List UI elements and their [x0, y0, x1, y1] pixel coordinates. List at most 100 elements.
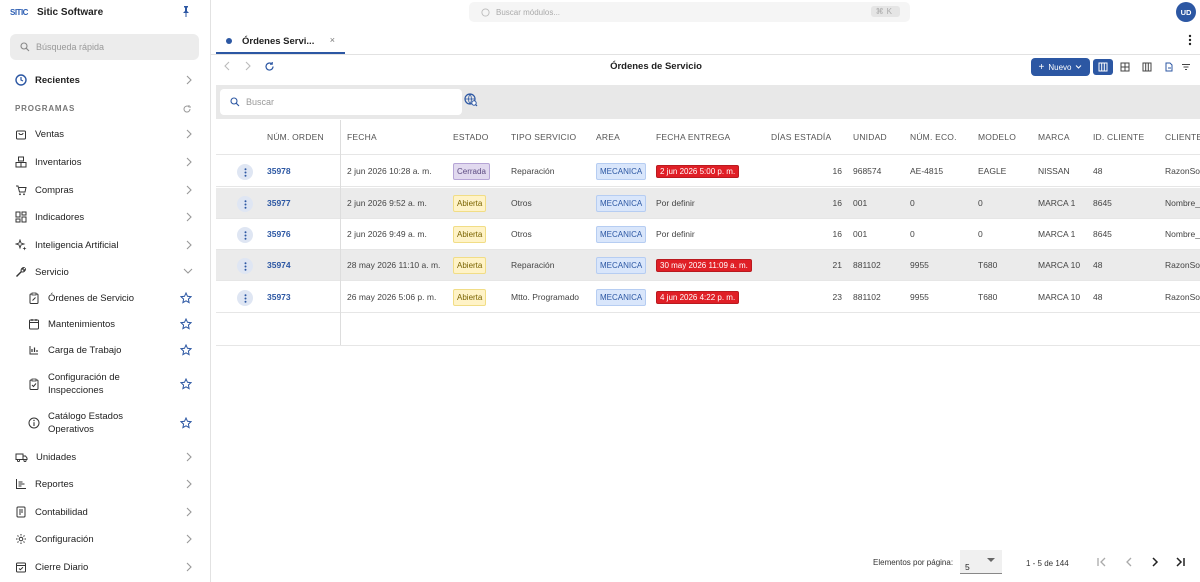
- page-size-select[interactable]: 5: [960, 550, 1002, 574]
- sidebar-subitem-configuracion-inspecciones[interactable]: Configuración de Inspecciones: [28, 370, 196, 397]
- module-search-input[interactable]: Buscar módulos... ⌘K: [469, 2, 910, 22]
- cell-tipo: Reparación: [511, 260, 555, 270]
- star-icon[interactable]: [180, 344, 192, 356]
- order-number[interactable]: 35978: [267, 166, 291, 176]
- due-date-badge: 2 jun 2026 5:00 p. m.: [656, 165, 740, 178]
- table-row[interactable]: 35973 26 may 2026 5:06 p. m. Abierta Mtt…: [216, 282, 1200, 313]
- sidebar-item-inventarios[interactable]: Inventarios: [15, 152, 197, 172]
- header-cell[interactable]: AREA: [596, 132, 620, 142]
- area-badge: MECANICA: [596, 163, 647, 180]
- row-actions-button[interactable]: [237, 258, 253, 274]
- close-icon[interactable]: ×: [330, 35, 335, 45]
- status-badge: Cerrada: [453, 163, 490, 180]
- cell-marca: MARCA 10: [1038, 260, 1081, 270]
- order-number[interactable]: 35976: [267, 229, 291, 239]
- header-cell[interactable]: NÚM. ECO.: [910, 132, 957, 142]
- table-row[interactable]: 35974 28 may 2026 11:10 a. m. Abierta Re…: [216, 250, 1200, 281]
- row-actions-button[interactable]: [237, 227, 253, 243]
- sidebar-item-reportes[interactable]: Reportes: [15, 474, 197, 494]
- filter-button[interactable]: [1176, 59, 1196, 75]
- table-row[interactable]: 35978 2 jun 2026 10:28 a. m. Cerrada Rep…: [216, 156, 1200, 187]
- row-actions-button[interactable]: [237, 164, 253, 180]
- cell-unidad: 968574: [853, 166, 882, 176]
- prev-page-icon[interactable]: [1123, 556, 1135, 568]
- cell-modelo: EAGLE: [978, 166, 1007, 176]
- header-cell[interactable]: UNIDAD: [853, 132, 887, 142]
- cell-fecha: 2 jun 2026 9:52 a. m.: [347, 198, 427, 208]
- pin-icon[interactable]: [181, 5, 191, 17]
- cell-dias: 23: [832, 292, 842, 302]
- cell-tipo: Otros: [511, 198, 532, 208]
- sidebar-item-ventas[interactable]: Ventas: [15, 124, 197, 144]
- sidebar-item-contabilidad[interactable]: Contabilidad: [15, 502, 197, 522]
- orders-table: NÚM. ORDEN FECHA ESTADO TIPO SERVICIO AR…: [216, 120, 1200, 346]
- table-row[interactable]: 35976 2 jun 2026 9:49 a. m. Abierta Otro…: [216, 219, 1200, 250]
- cell-eco: 9955: [910, 292, 929, 302]
- header-cell[interactable]: CLIENTE: [1165, 132, 1200, 142]
- cell-modelo: 0: [978, 229, 983, 239]
- cell-cliente: RazonSo: [1165, 292, 1200, 302]
- row-actions-button[interactable]: [237, 290, 253, 306]
- view-grid-button[interactable]: [1115, 59, 1135, 75]
- sidebar-subitem-ordenes-de-servicio[interactable]: Órdenes de Servicio: [28, 291, 196, 305]
- view-columns-button[interactable]: [1093, 59, 1113, 75]
- app-title: Sitic Software: [37, 6, 104, 18]
- header-cell[interactable]: NÚM. ORDEN: [267, 132, 324, 142]
- header-cell[interactable]: MODELO: [978, 132, 1016, 142]
- sidebar-item-cierre-diario[interactable]: Cierre Diario: [15, 557, 197, 577]
- cell-cliente: Nombre_: [1165, 198, 1200, 208]
- boxes-icon: [15, 156, 27, 168]
- new-button-label: Nuevo: [1048, 62, 1072, 72]
- view-table-button[interactable]: [1137, 59, 1157, 75]
- star-icon[interactable]: [180, 318, 192, 330]
- star-icon[interactable]: [180, 292, 192, 304]
- chevron-right-icon: [186, 185, 192, 195]
- search-icon: [20, 42, 30, 52]
- sidebar-item-inteligencia-artificial[interactable]: Inteligencia Artificial: [15, 235, 197, 255]
- sidebar-item-unidades[interactable]: Unidades: [15, 447, 197, 467]
- row-actions-button[interactable]: [237, 196, 253, 212]
- more-vertical-icon: [244, 230, 246, 240]
- sidebar-item-servicio[interactable]: Servicio: [15, 262, 197, 282]
- sidebar-item-configuracion[interactable]: Configuración: [15, 529, 197, 549]
- sidebar-subitem-carga-de-trabajo[interactable]: Carga de Trabajo: [28, 343, 196, 357]
- star-icon[interactable]: [180, 377, 192, 390]
- sidebar-item-compras[interactable]: Compras: [15, 180, 197, 200]
- brand[interactable]: SITIC Sitic Software: [10, 4, 103, 20]
- tab-ordenes-servicio[interactable]: Órdenes Servi... ×: [216, 30, 345, 54]
- chevron-right-icon: [186, 240, 192, 250]
- active-dot: [226, 38, 232, 44]
- more-vertical-icon: [244, 293, 246, 303]
- table-row[interactable]: 35977 2 jun 2026 9:52 a. m. Abierta Otro…: [216, 188, 1200, 219]
- sidebar-subitem-catalogo-estados[interactable]: Catálogo Estados Operativos: [28, 409, 196, 436]
- order-number[interactable]: 35973: [267, 292, 291, 302]
- more-vertical-icon[interactable]: [1188, 34, 1192, 46]
- page-range: 1 - 5 de 144: [1026, 559, 1069, 568]
- quick-search-input[interactable]: Búsqueda rápida: [10, 34, 199, 60]
- header-cell[interactable]: ID. CLIENTE: [1093, 132, 1144, 142]
- frozen-column-divider: [340, 120, 341, 345]
- sparkles-icon: [15, 239, 27, 251]
- avatar[interactable]: UD: [1176, 2, 1196, 22]
- sidebar-subitem-mantenimientos[interactable]: Mantenimientos: [28, 317, 196, 331]
- table-search-input[interactable]: Buscar: [220, 89, 462, 115]
- order-number[interactable]: 35974: [267, 260, 291, 270]
- first-page-icon[interactable]: [1096, 556, 1108, 568]
- header-cell[interactable]: FECHA: [347, 132, 377, 142]
- sidebar-item-label: Configuración: [35, 533, 94, 545]
- globe-search-icon[interactable]: [464, 93, 478, 107]
- new-button[interactable]: + Nuevo: [1031, 58, 1090, 76]
- sidebar-item-indicadores[interactable]: Indicadores: [15, 207, 197, 227]
- order-number[interactable]: 35977: [267, 198, 291, 208]
- label-line-2: Operativos: [48, 423, 94, 435]
- last-page-icon[interactable]: [1174, 556, 1186, 568]
- next-page-icon[interactable]: [1149, 556, 1161, 568]
- header-cell[interactable]: MARCA: [1038, 132, 1070, 142]
- header-cell[interactable]: ESTADO: [453, 132, 489, 142]
- star-icon[interactable]: [180, 416, 192, 429]
- refresh-icon[interactable]: [182, 104, 192, 114]
- header-cell[interactable]: FECHA ENTREGA: [656, 132, 730, 142]
- header-cell[interactable]: TIPO SERVICIO: [511, 132, 576, 142]
- header-cell[interactable]: DÍAS ESTADÍA: [771, 132, 831, 142]
- sidebar-item-recientes[interactable]: Recientes: [15, 70, 197, 90]
